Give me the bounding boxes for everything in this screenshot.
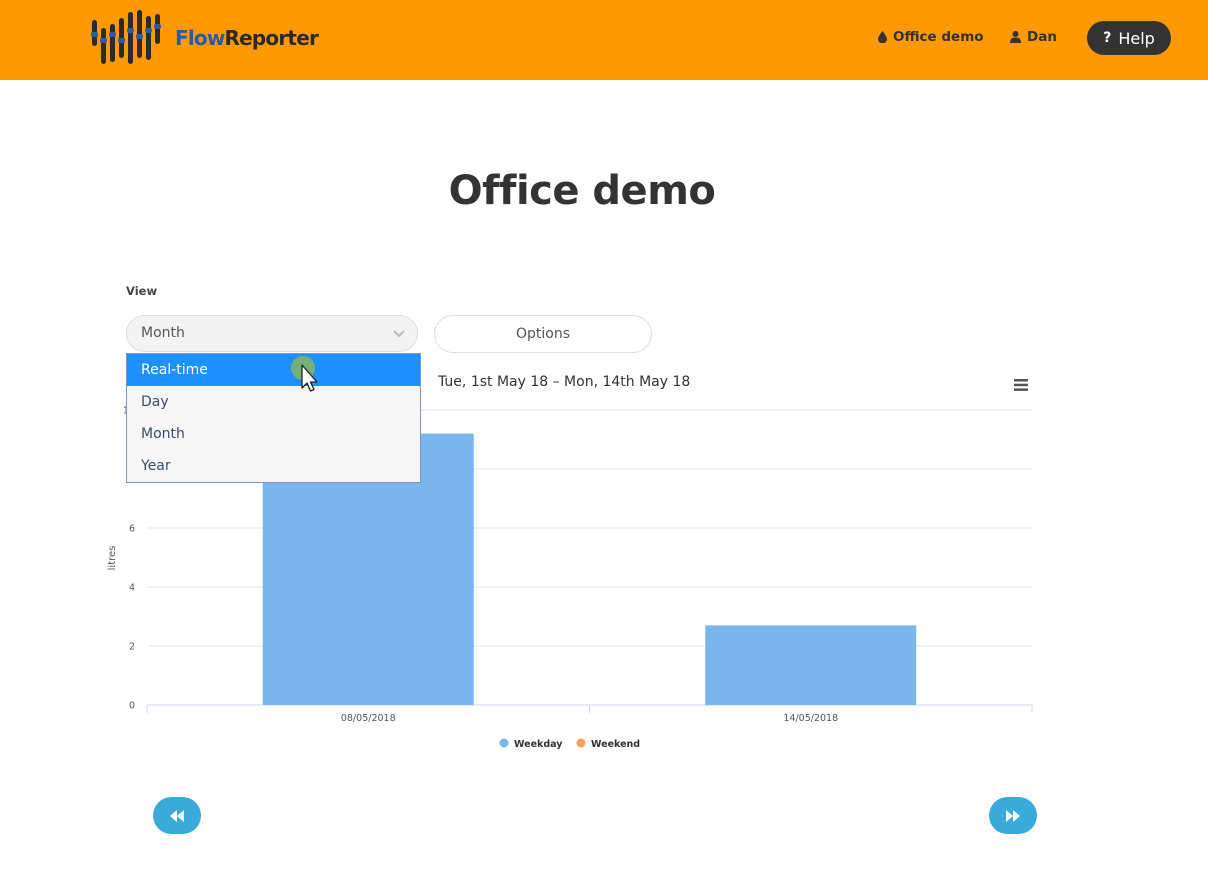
legend-label: Weekday	[514, 739, 563, 750]
y-tick-label: 2	[129, 642, 135, 653]
y-axis-title: litres	[107, 546, 118, 571]
view-dropdown-list: Real-time Day Month Year	[126, 353, 421, 483]
x-tick-label: 08/05/2018	[341, 713, 396, 724]
legend-marker	[576, 738, 586, 748]
view-option-year[interactable]: Year	[127, 450, 420, 482]
mouse-pointer-icon	[291, 356, 318, 392]
y-tick-label: 0	[129, 701, 135, 712]
y-tick-label: 4	[129, 583, 135, 594]
view-option-month[interactable]: Month	[127, 418, 420, 450]
y-tick-label: 6	[129, 524, 135, 535]
bar-weekday	[705, 625, 917, 705]
legend-marker	[499, 738, 509, 748]
view-option-real-time[interactable]: Real-time	[127, 354, 420, 386]
x-tick-label: 14/05/2018	[783, 713, 838, 724]
legend-label: Weekend	[591, 739, 640, 750]
view-option-day[interactable]: Day	[127, 386, 420, 418]
